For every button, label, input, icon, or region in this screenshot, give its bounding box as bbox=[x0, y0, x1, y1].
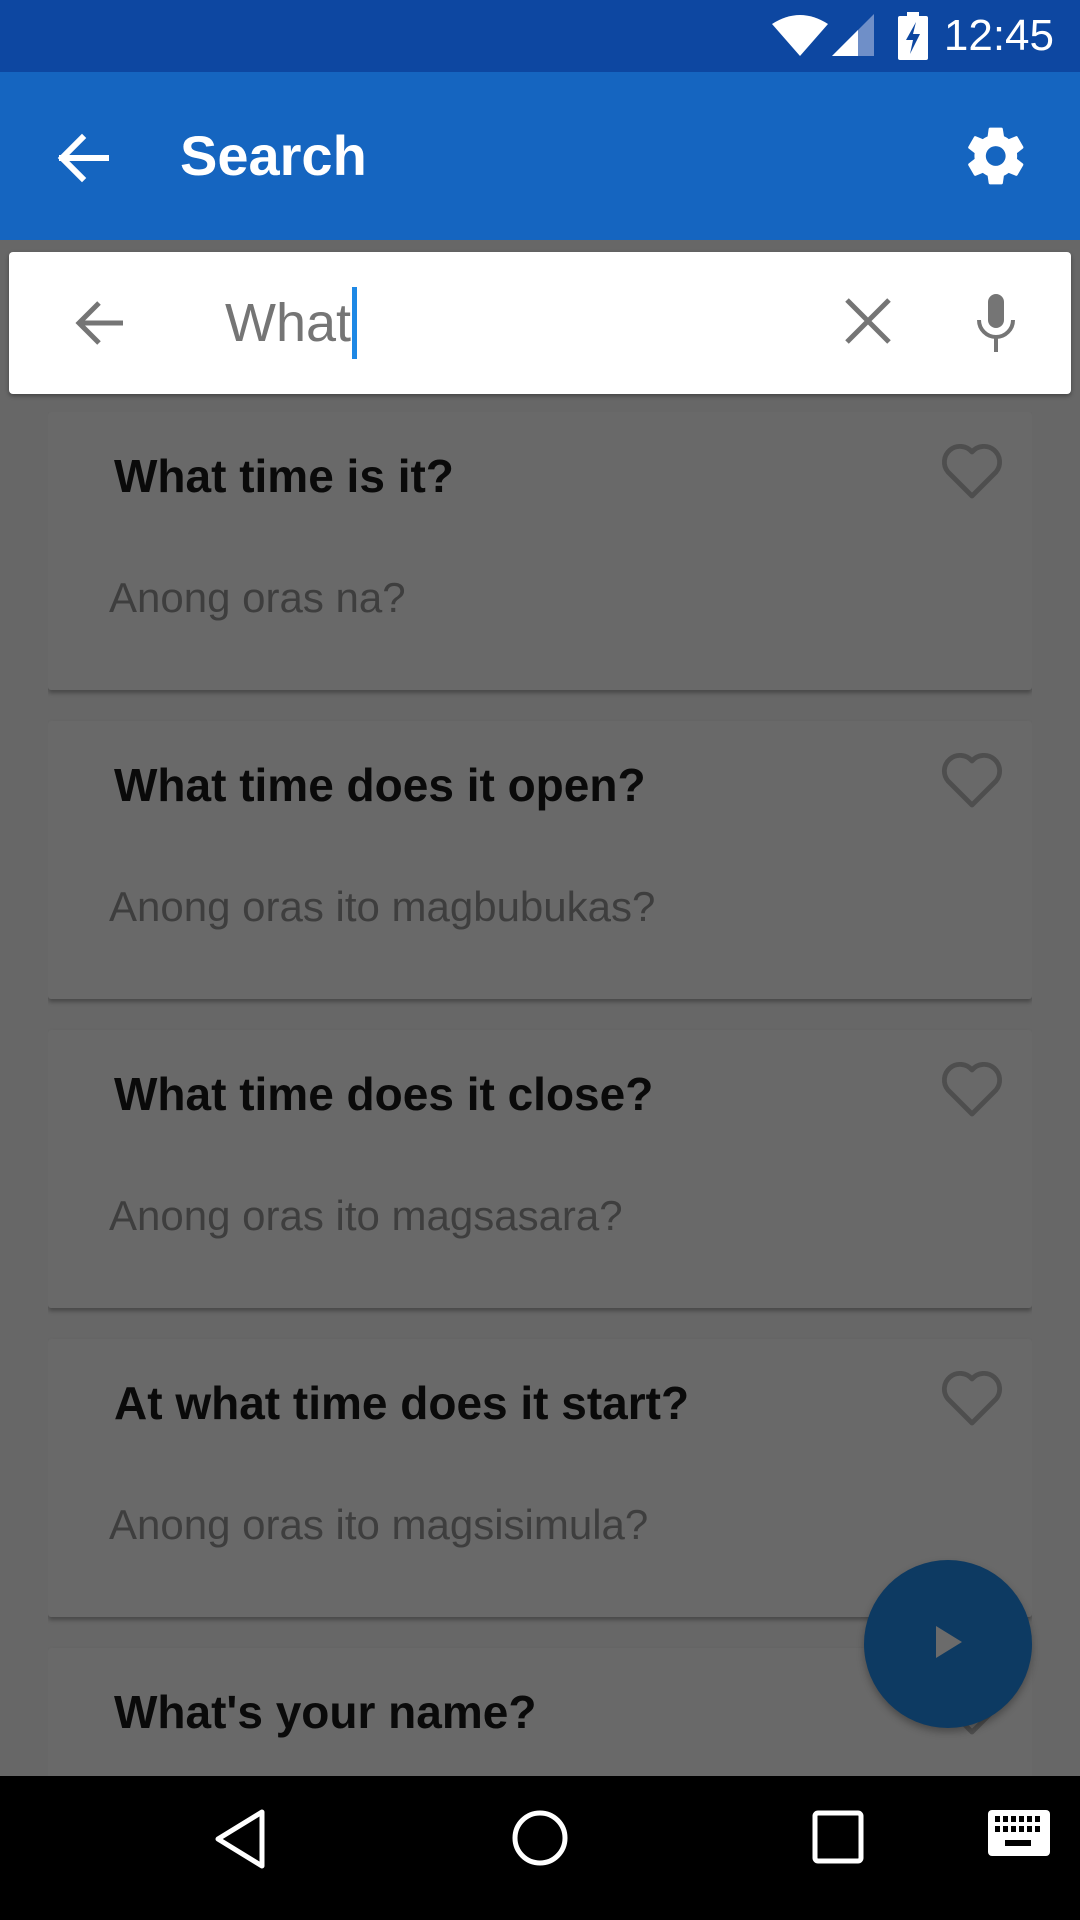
heart-icon[interactable] bbox=[940, 442, 1004, 500]
arrow-back-icon[interactable] bbox=[69, 292, 131, 354]
battery-charging-icon bbox=[898, 12, 928, 60]
play-icon bbox=[936, 1626, 962, 1658]
search-input[interactable]: What bbox=[225, 286, 358, 359]
search-box[interactable]: What bbox=[9, 252, 1071, 394]
nav-recents-icon[interactable] bbox=[812, 1810, 866, 1866]
heart-icon[interactable] bbox=[940, 1369, 1004, 1427]
phrase-text: At what time does it start? bbox=[114, 1377, 690, 1429]
close-icon[interactable] bbox=[839, 292, 897, 350]
keyboard-icon[interactable] bbox=[988, 1810, 1050, 1856]
translation-text: Anong oras ito magsisimula? bbox=[109, 1501, 649, 1548]
page-title: Search bbox=[180, 124, 367, 187]
cell-signal-icon bbox=[832, 14, 874, 56]
text-caret bbox=[352, 286, 358, 359]
status-bar: 12:45 bbox=[0, 0, 1080, 72]
gear-icon[interactable] bbox=[962, 122, 1030, 190]
translation-text: Anong oras na? bbox=[109, 574, 406, 621]
phrase-text: What time does it close? bbox=[114, 1068, 654, 1120]
phrase-text: What time does it open? bbox=[114, 759, 646, 811]
arrow-back-icon[interactable] bbox=[52, 128, 112, 188]
status-time: 12:45 bbox=[943, 11, 1054, 60]
play-button[interactable] bbox=[864, 1560, 1032, 1728]
list-item[interactable]: What time is it? Anong oras na? bbox=[48, 412, 1032, 690]
wifi-icon bbox=[772, 15, 828, 56]
app-bar: Search bbox=[0, 72, 1080, 240]
list-item[interactable]: At what time does it start? Anong oras i… bbox=[48, 1339, 1032, 1617]
translation-text: Anong oras ito magsasara? bbox=[109, 1192, 623, 1239]
nav-back-icon[interactable] bbox=[212, 1808, 268, 1870]
list-item[interactable]: What time does it open? Anong oras ito m… bbox=[48, 721, 1032, 999]
list-item[interactable]: What time does it close? Anong oras ito … bbox=[48, 1030, 1032, 1308]
heart-icon[interactable] bbox=[940, 751, 1004, 809]
mic-icon[interactable] bbox=[973, 292, 1019, 354]
nav-home-icon[interactable] bbox=[510, 1808, 570, 1868]
phrase-text: What time is it? bbox=[114, 450, 454, 502]
search-query-text: What bbox=[225, 293, 352, 353]
results-list[interactable]: What time is it? Anong oras na? What tim… bbox=[48, 412, 1032, 1776]
heart-icon[interactable] bbox=[940, 1060, 1004, 1118]
translation-text: Anong oras ito magbubukas? bbox=[109, 883, 656, 930]
phrase-text: What's your name? bbox=[114, 1686, 537, 1738]
navigation-bar bbox=[0, 1776, 1080, 1920]
